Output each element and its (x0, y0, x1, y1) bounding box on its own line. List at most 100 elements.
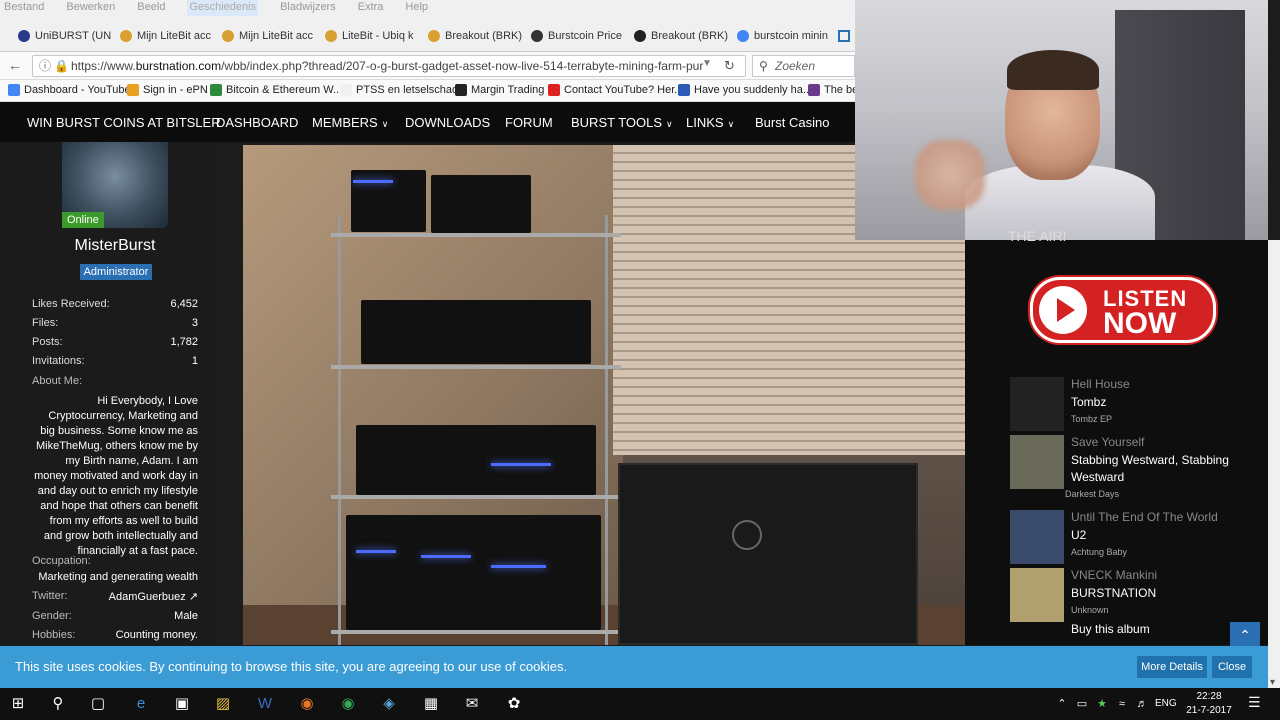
menu-item-3[interactable]: Geschiedenis (187, 0, 259, 16)
stat-value[interactable]: 6,452 (170, 298, 198, 310)
bookmark-item[interactable]: Have you suddenly ha... (678, 84, 812, 96)
edge-icon[interactable]: e (131, 694, 151, 714)
task-view-icon[interactable]: ▢ (88, 694, 108, 714)
store-icon[interactable]: ▣ (172, 694, 192, 714)
about-text: Hi Everybody, I Love Cryptocurrency, Mar… (34, 395, 198, 557)
tab-label: Burstcoin Price (548, 30, 622, 42)
bookmark-item[interactable]: Sign in - ePN (127, 84, 208, 96)
stat-value[interactable]: 1 (192, 355, 198, 367)
app-icon[interactable]: ✿ (504, 694, 524, 714)
nav-item[interactable]: BURST TOOLS ∨ (571, 115, 673, 130)
rack-shelf (331, 495, 621, 499)
reload-icon[interactable]: ↻ (724, 58, 735, 74)
nav-item[interactable]: Burst Casino (755, 115, 829, 130)
stat-label: Posts: (32, 336, 63, 348)
chevron-up-icon[interactable]: ⌃ (1052, 694, 1072, 714)
twitter-link[interactable]: AdamGuerbuez ↗ (109, 590, 198, 603)
url-dropdown-icon[interactable]: ▼ (702, 58, 712, 69)
browser-tab[interactable]: burstcoin minin (737, 26, 833, 46)
volume-icon[interactable]: ♬ (1132, 694, 1152, 714)
bookmark-item[interactable]: PTSS en letselschade (340, 84, 464, 96)
profile-stat: Posts: 1,782 (32, 336, 198, 348)
menu-item-2[interactable]: Beeld (137, 0, 165, 16)
browser-tab[interactable]: Burstcoin Price (531, 26, 627, 46)
search-placeholder: Zoeken (775, 59, 816, 73)
notification-icon[interactable]: ☰ (1248, 694, 1261, 711)
calculator-icon[interactable]: ▦ (421, 694, 441, 714)
browser-tab[interactable]: Breakout (BRK) (634, 26, 730, 46)
language-indicator[interactable]: ENG (1155, 698, 1177, 709)
track-title: Hell House (1071, 377, 1130, 391)
battery-icon[interactable]: ▭ (1072, 694, 1092, 714)
track-artist: U2 (1071, 528, 1087, 542)
menu-item-5[interactable]: Extra (358, 0, 384, 16)
firefox-icon[interactable]: ◉ (297, 694, 317, 714)
nav-item[interactable]: MEMBERS ∨ (312, 115, 388, 130)
album-cover[interactable] (1010, 510, 1064, 564)
more-details-button[interactable]: More Details (1137, 656, 1207, 678)
file-explorer-icon[interactable]: ▨ (213, 694, 233, 714)
stat-label: Files: (32, 317, 59, 329)
tab-label: LiteBit - Ubiq k (342, 30, 414, 42)
bookmark-item[interactable]: Bitcoin & Ethereum W... (210, 84, 342, 96)
stat-value[interactable]: 1,782 (170, 336, 198, 348)
bookmark-favicon-icon (678, 84, 690, 96)
menu-item-6[interactable]: Help (405, 0, 428, 16)
word-icon[interactable]: W (255, 694, 275, 714)
track-album: Achtung Baby (1071, 547, 1128, 557)
username[interactable]: MisterBurst (0, 237, 230, 255)
clock[interactable]: 22:28 21-7-2017 (1184, 690, 1234, 718)
menu-item-4[interactable]: Bladwijzers (280, 0, 336, 16)
nav-item-label: LINKS (686, 115, 724, 130)
track-artist: BURSTNATION (1071, 586, 1157, 600)
active-tab-icon[interactable] (838, 26, 850, 46)
search-input[interactable]: ⚲ Zoeken (752, 55, 855, 77)
page-scrollbar[interactable] (1268, 240, 1280, 688)
bookmark-item[interactable]: Margin Trading (455, 84, 544, 96)
windows-start-icon[interactable]: ⊞ (8, 694, 28, 714)
browser-tab[interactable]: UniBURST (UN (18, 26, 114, 46)
browser-tab[interactable]: LiteBit - Ubiq k (325, 26, 421, 46)
browser-tab[interactable]: Breakout (BRK) (428, 26, 524, 46)
info-icon[interactable]: ⓘ 🔒 (39, 56, 69, 76)
gender-label: Gender: (32, 610, 72, 622)
nav-item[interactable]: FORUM (505, 115, 553, 130)
url-bar[interactable]: ⓘ 🔒 https://www.burstnation.com/wbb/inde… (32, 55, 746, 77)
buy-album-link[interactable]: Buy this album (1071, 622, 1150, 636)
listen-now-button[interactable]: LISTEN NOW (1030, 277, 1216, 343)
browser-tab[interactable]: Mijn LiteBit acc (222, 26, 318, 46)
album-cover[interactable] (1010, 568, 1064, 622)
bookmark-item[interactable]: Contact YouTube? Her... (548, 84, 683, 96)
wifi-icon[interactable]: ≈ (1112, 694, 1132, 714)
track-album: Unknown (1071, 605, 1109, 615)
search-icon[interactable]: ⚲ (48, 694, 68, 714)
bookmark-item[interactable]: The be (808, 84, 858, 96)
app-icon[interactable]: ◈ (379, 694, 399, 714)
mail-icon[interactable]: ✉ (462, 694, 482, 714)
close-button[interactable]: Close (1212, 656, 1252, 678)
album-cover[interactable] (1010, 377, 1064, 431)
tab-label: UniBURST (UN (35, 30, 112, 42)
occupation-label: Occupation: (32, 555, 91, 567)
browser-tab[interactable]: Mijn LiteBit acc (120, 26, 216, 46)
rack-led (491, 463, 551, 466)
menu-item-1[interactable]: Bewerken (66, 0, 115, 16)
album-cover[interactable] (1010, 435, 1064, 489)
tray-app-icon[interactable]: ★ (1092, 694, 1112, 714)
nav-item[interactable]: DASHBOARD (216, 115, 298, 130)
chrome-icon[interactable]: ◉ (338, 694, 358, 714)
track-artist: Tombz (1071, 395, 1107, 409)
online-badge: Online (62, 212, 104, 228)
bookmark-favicon-icon (340, 84, 352, 96)
nav-item[interactable]: DOWNLOADS (405, 115, 490, 130)
profile-stat: Files: 3 (32, 317, 198, 329)
stat-value[interactable]: 3 (192, 317, 198, 329)
nav-item[interactable]: WIN BURST COINS AT BITSLER (27, 115, 221, 130)
tab-favicon-icon (222, 30, 234, 42)
bookmark-item[interactable]: Dashboard - YouTube (8, 84, 131, 96)
menu-item-0[interactable]: Bestand (4, 0, 44, 16)
nav-item[interactable]: LINKS ∨ (686, 115, 734, 130)
bookmark-label: Have you suddenly ha... (694, 84, 813, 96)
back-arrow-icon[interactable]: ← (8, 57, 26, 75)
chevron-down-icon: ∨ (381, 119, 389, 129)
